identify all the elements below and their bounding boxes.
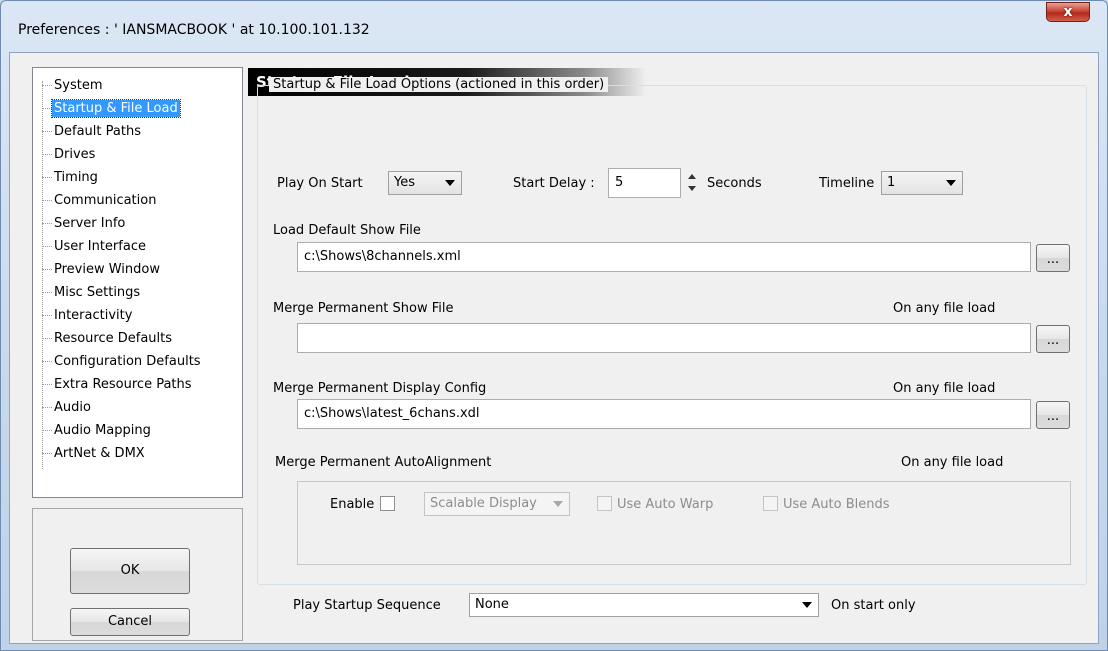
chevron-down-icon — [802, 602, 812, 608]
play-on-start-value: Yes — [394, 175, 415, 190]
sidebar-item-user-interface[interactable]: User Interface — [42, 235, 148, 257]
sidebar-item-drives[interactable]: Drives — [42, 143, 97, 165]
timeline-select[interactable]: 1 — [881, 171, 963, 195]
sidebar-item-configuration-defaults[interactable]: Configuration Defaults — [42, 350, 203, 372]
startup-sequence-note: On start only — [831, 598, 916, 613]
sidebar-item-startup-file-load[interactable]: Startup & File Load — [42, 97, 181, 119]
dialog-buttons-panel: OK Cancel — [32, 508, 243, 641]
alignment-mode-select[interactable]: Scalable Display — [424, 492, 570, 516]
play-on-start-label: Play On Start — [277, 176, 363, 191]
default-show-browse-button[interactable]: ... — [1036, 244, 1070, 272]
use-auto-warp-label: Use Auto Warp — [617, 497, 714, 512]
title-bar[interactable]: Preferences : ' IANSMACBOOK ' at 10.100.… — [1, 1, 1107, 51]
spin-down-icon[interactable] — [688, 186, 696, 191]
chevron-down-icon — [445, 180, 455, 186]
sidebar-item-default-paths[interactable]: Default Paths — [42, 120, 143, 142]
merge-display-label: Merge Permanent Display Config — [273, 381, 487, 396]
sidebar-item-system[interactable]: System — [42, 74, 104, 96]
enable-label: Enable — [330, 497, 375, 512]
sidebar-item-communication[interactable]: Communication — [42, 189, 158, 211]
merge-show-label: Merge Permanent Show File — [273, 301, 454, 316]
sidebar-item-extra-resource-paths[interactable]: Extra Resource Paths — [42, 373, 194, 395]
close-button[interactable]: x — [1046, 2, 1090, 22]
ok-button[interactable]: OK — [70, 548, 190, 594]
merge-show-note: On any file load — [893, 301, 996, 316]
start-delay-label: Start Delay : — [513, 176, 595, 191]
auto-alignment-box — [297, 481, 1071, 565]
sidebar-item-resource-defaults[interactable]: Resource Defaults — [42, 327, 174, 349]
spin-up-icon[interactable] — [688, 174, 696, 179]
window-title: Preferences : ' IANSMACBOOK ' at 10.100.… — [18, 22, 370, 38]
sidebar-item-artnet-dmx[interactable]: ArtNet & DMX — [42, 442, 147, 464]
sidebar-item-misc-settings[interactable]: Misc Settings — [42, 281, 142, 303]
merge-show-browse-button[interactable]: ... — [1036, 325, 1070, 353]
play-on-start-select[interactable]: Yes — [388, 171, 462, 195]
sidebar-item-server-info[interactable]: Server Info — [42, 212, 127, 234]
merge-show-input[interactable] — [297, 323, 1031, 353]
startup-sequence-label: Play Startup Sequence — [293, 598, 441, 613]
chevron-down-icon — [946, 180, 956, 186]
chevron-down-icon — [553, 501, 563, 507]
use-auto-blends-checkbox[interactable] — [763, 496, 778, 511]
preferences-window: Preferences : ' IANSMACBOOK ' at 10.100.… — [0, 0, 1108, 651]
auto-alignment-label: Merge Permanent AutoAlignment — [275, 455, 492, 470]
group-title: Startup & File Load Options (actioned in… — [269, 77, 609, 92]
sidebar-item-preview-window[interactable]: Preview Window — [42, 258, 162, 280]
sidebar-item-audio[interactable]: Audio — [42, 396, 93, 418]
merge-display-input[interactable]: c:\Shows\latest_6chans.xdl — [297, 399, 1031, 429]
sidebar-item-interactivity[interactable]: Interactivity — [42, 304, 134, 326]
enable-checkbox[interactable] — [380, 496, 395, 511]
default-show-input[interactable]: c:\Shows\8channels.xml — [297, 242, 1031, 272]
merge-display-browse-button[interactable]: ... — [1036, 401, 1070, 429]
alignment-mode-value: Scalable Display — [430, 496, 537, 511]
start-delay-unit: Seconds — [707, 176, 762, 191]
use-auto-warp-checkbox[interactable] — [597, 496, 612, 511]
category-tree[interactable]: System Startup & File Load Default Paths… — [32, 67, 243, 498]
timeline-label: Timeline — [819, 176, 875, 191]
merge-display-note: On any file load — [893, 381, 996, 396]
sidebar-item-audio-mapping[interactable]: Audio Mapping — [42, 419, 153, 441]
start-delay-input[interactable]: 5 — [608, 168, 681, 198]
cancel-button[interactable]: Cancel — [70, 608, 190, 636]
use-auto-blends-label: Use Auto Blends — [783, 497, 890, 512]
start-delay-spinner[interactable] — [687, 170, 699, 196]
sidebar-item-timing[interactable]: Timing — [42, 166, 100, 188]
auto-alignment-note: On any file load — [901, 455, 1004, 470]
default-show-label: Load Default Show File — [273, 223, 421, 238]
startup-sequence-value: None — [475, 597, 509, 612]
timeline-value: 1 — [887, 175, 896, 190]
startup-sequence-select[interactable]: None — [469, 593, 819, 617]
